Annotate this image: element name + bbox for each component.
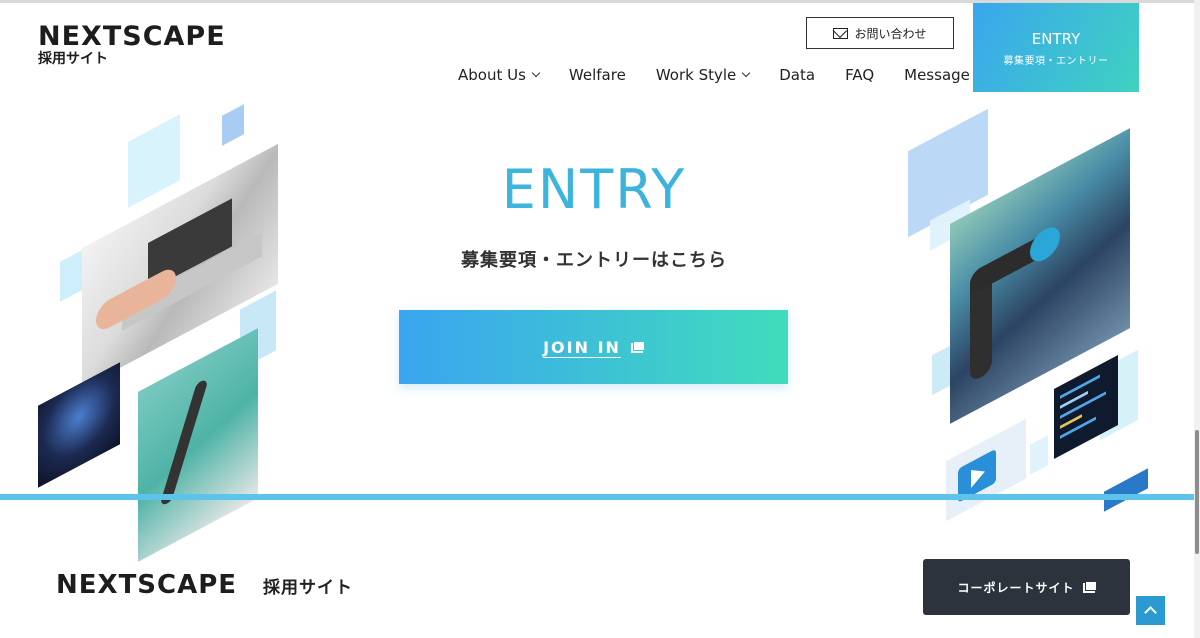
entry-header-title: ENTRY bbox=[1031, 30, 1081, 48]
external-link-icon bbox=[630, 341, 644, 353]
external-link-icon bbox=[1082, 581, 1096, 593]
video-photo bbox=[946, 418, 1026, 522]
chevron-down-icon bbox=[742, 68, 751, 78]
chevron-down-icon bbox=[531, 68, 541, 78]
corporate-site-label: コーポレートサイト bbox=[957, 580, 1075, 595]
scroll-to-top-button[interactable] bbox=[1136, 596, 1165, 625]
logo-main-text: NEXTSCAPE bbox=[38, 21, 226, 52]
join-in-label: JOIN IN bbox=[543, 337, 621, 357]
chevron-up-icon bbox=[1144, 606, 1157, 619]
nav-item-welfare[interactable]: Welfare bbox=[569, 66, 626, 84]
page: NEXTSCAPE 採用サイト お問い合わせ ENTRY 募集要項・エントリー … bbox=[0, 0, 1200, 638]
nav-item-label: Message bbox=[904, 66, 970, 84]
nav-item-label: Work Style bbox=[655, 66, 737, 84]
code-line bbox=[1060, 416, 1096, 439]
mail-icon bbox=[833, 27, 849, 39]
footer-logo-main: NEXTSCAPE bbox=[56, 570, 238, 600]
pen bbox=[159, 379, 209, 506]
nav-item-label: Data bbox=[779, 66, 816, 84]
scrollbar-thumb[interactable] bbox=[1195, 430, 1199, 554]
code-photo bbox=[1054, 354, 1118, 460]
contact-button[interactable]: お問い合わせ bbox=[806, 17, 954, 49]
logo-sub-text: 採用サイト bbox=[38, 51, 108, 67]
nav-item-work-style[interactable]: Work Style bbox=[655, 66, 751, 84]
nav-item-about-us[interactable]: About Us bbox=[458, 66, 541, 84]
corporate-site-button[interactable]: コーポレートサイト bbox=[923, 559, 1130, 615]
join-in-button[interactable]: JOIN IN bbox=[399, 310, 788, 384]
entry-header-button[interactable]: ENTRY 募集要項・エントリー bbox=[973, 3, 1139, 92]
nav-item-data[interactable]: Data bbox=[779, 66, 815, 84]
site-logo[interactable]: NEXTSCAPE 採用サイト bbox=[38, 21, 226, 68]
pen-photo bbox=[138, 328, 258, 562]
decorative-tile bbox=[1104, 468, 1148, 512]
footer-logo[interactable]: NEXTSCAPE 採用サイト bbox=[56, 570, 353, 600]
digital-screens-photo bbox=[38, 362, 120, 488]
hero-bottom-band bbox=[0, 494, 1194, 500]
decorative-tile bbox=[1030, 435, 1048, 475]
nav-item-label: Welfare bbox=[568, 66, 626, 84]
nav-item-label: About Us bbox=[458, 66, 526, 84]
contact-button-label: お問い合わせ bbox=[854, 26, 927, 41]
hero-subtitle: 募集要項・エントリーはこちら bbox=[461, 250, 727, 271]
decorative-tile bbox=[932, 344, 952, 396]
decorative-tile bbox=[222, 104, 244, 146]
nav-item-label: FAQ bbox=[845, 66, 875, 84]
footer-logo-sub: 採用サイト bbox=[263, 577, 354, 598]
hero-title: ENTRY bbox=[0, 158, 1188, 221]
nav-item-faq[interactable]: FAQ bbox=[845, 66, 874, 84]
entry-header-subtitle: 募集要項・エントリー bbox=[1003, 56, 1109, 67]
nav-item-message[interactable]: Message bbox=[904, 66, 970, 84]
main-nav: About Us Welfare Work Style Data FAQ Mes… bbox=[458, 66, 970, 84]
